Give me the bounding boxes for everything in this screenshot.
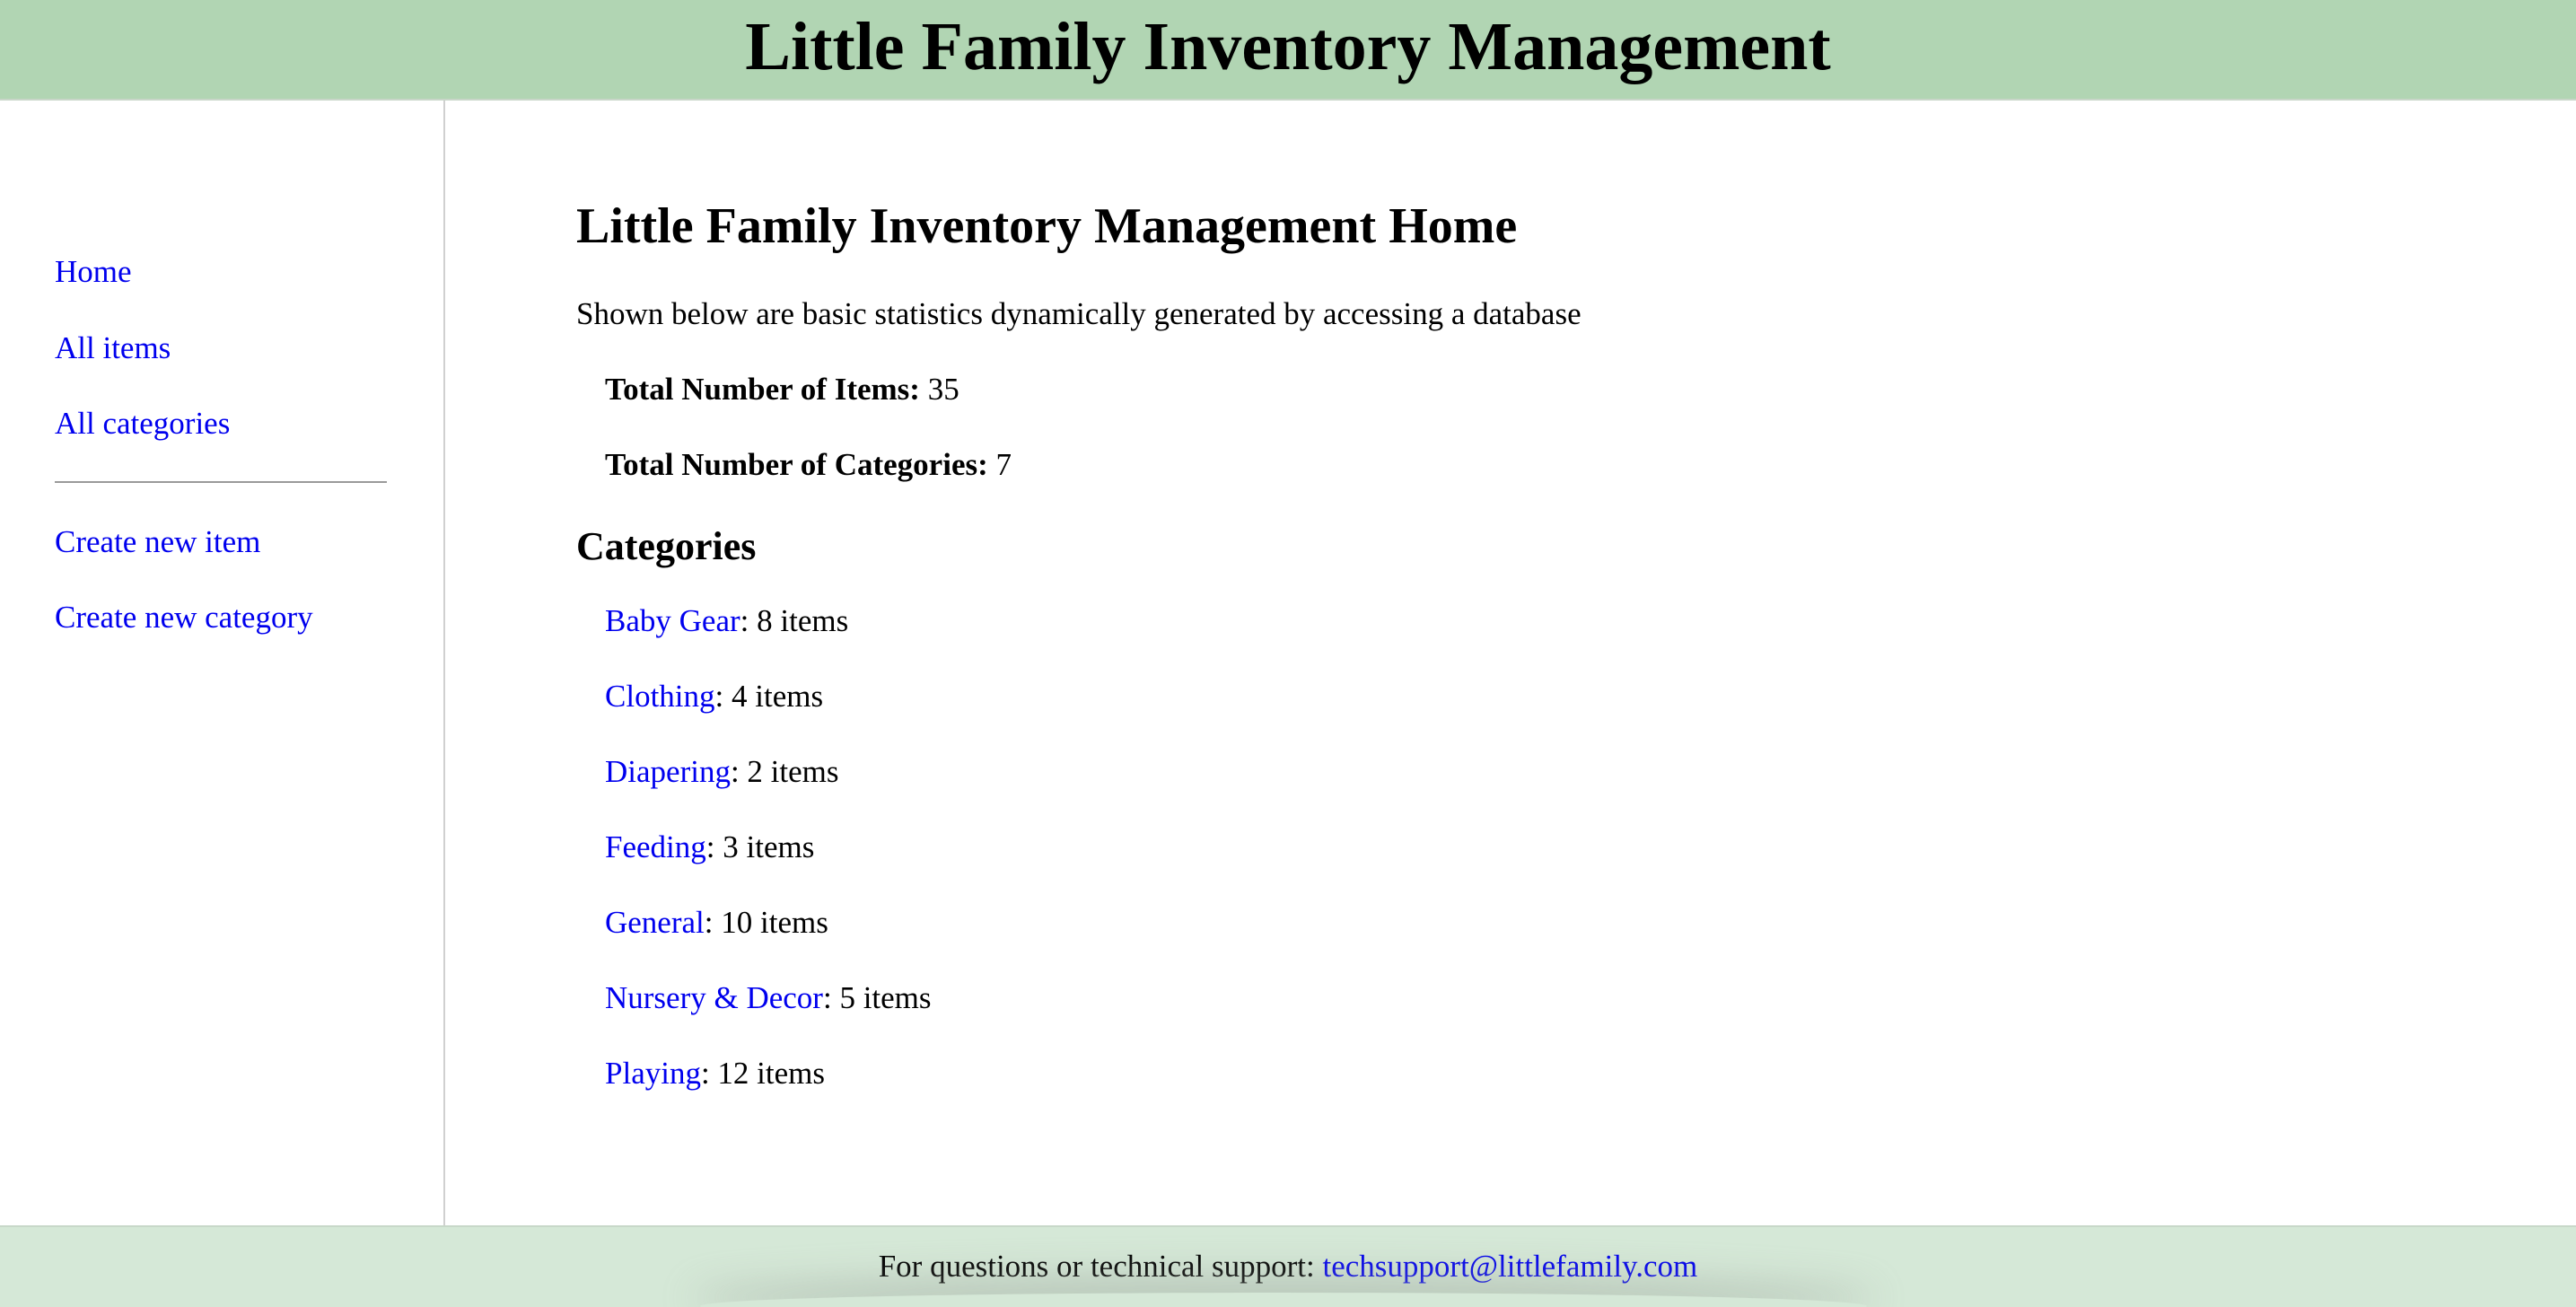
sidebar-item-all-categories[interactable]: All categories: [55, 406, 230, 442]
app-root: Little Family Inventory Management Home …: [0, 0, 2576, 1307]
sidebar-item-create-item[interactable]: Create new item: [55, 524, 260, 560]
site-title: Little Family Inventory Management: [745, 9, 1831, 84]
list-item: Clothing: 4 items: [605, 679, 823, 715]
list-item: Nursery & Decor: 5 items: [605, 980, 932, 1016]
sidebar-item-all-items[interactable]: All items: [55, 330, 171, 366]
list-item: Playing: 12 items: [605, 1056, 825, 1092]
sidebar-divider: [55, 481, 387, 483]
stat-label: Total Number of Items:: [605, 372, 920, 407]
categories-heading: Categories: [576, 524, 757, 568]
category-link-general[interactable]: General: [605, 905, 705, 940]
sidebar-nav: Home All items All categories Create new…: [0, 101, 445, 1225]
stat-value: 35: [927, 372, 959, 407]
support-email-link[interactable]: techsupport@littlefamily.com: [1323, 1249, 1698, 1284]
category-count: : 2 items: [730, 754, 839, 789]
category-link-feeding[interactable]: Feeding: [605, 829, 706, 864]
category-count: : 8 items: [740, 603, 849, 638]
page-title: Little Family Inventory Management Home: [576, 198, 1518, 254]
site-header: Little Family Inventory Management: [0, 0, 2576, 101]
list-item: Feeding: 3 items: [605, 829, 814, 865]
category-count: : 12 items: [700, 1056, 826, 1091]
category-count: : 4 items: [714, 679, 824, 714]
stat-value: 7: [995, 447, 1012, 482]
list-item: Baby Gear: 8 items: [605, 603, 848, 639]
list-item: General: 10 items: [605, 905, 828, 941]
stat-total-items: Total Number of Items: 35: [605, 372, 959, 408]
category-link-diapering[interactable]: Diapering: [605, 754, 731, 789]
stat-total-categories: Total Number of Categories: 7: [605, 447, 1012, 483]
intro-text: Shown below are basic statistics dynamic…: [576, 296, 1582, 331]
category-link-playing[interactable]: Playing: [605, 1056, 701, 1091]
footer-label: For questions or technical support:: [878, 1249, 1323, 1284]
sidebar-item-create-category[interactable]: Create new category: [55, 600, 313, 636]
category-link-clothing[interactable]: Clothing: [605, 679, 715, 714]
category-link-baby-gear[interactable]: Baby Gear: [605, 603, 740, 638]
category-count: : 3 items: [705, 829, 815, 864]
sidebar-item-home[interactable]: Home: [55, 254, 132, 290]
category-count: : 10 items: [704, 905, 828, 940]
stat-label: Total Number of Categories:: [605, 447, 988, 482]
list-item: Diapering: 2 items: [605, 754, 839, 790]
category-link-nursery-decor[interactable]: Nursery & Decor: [605, 980, 823, 1015]
category-count: : 5 items: [822, 980, 932, 1015]
